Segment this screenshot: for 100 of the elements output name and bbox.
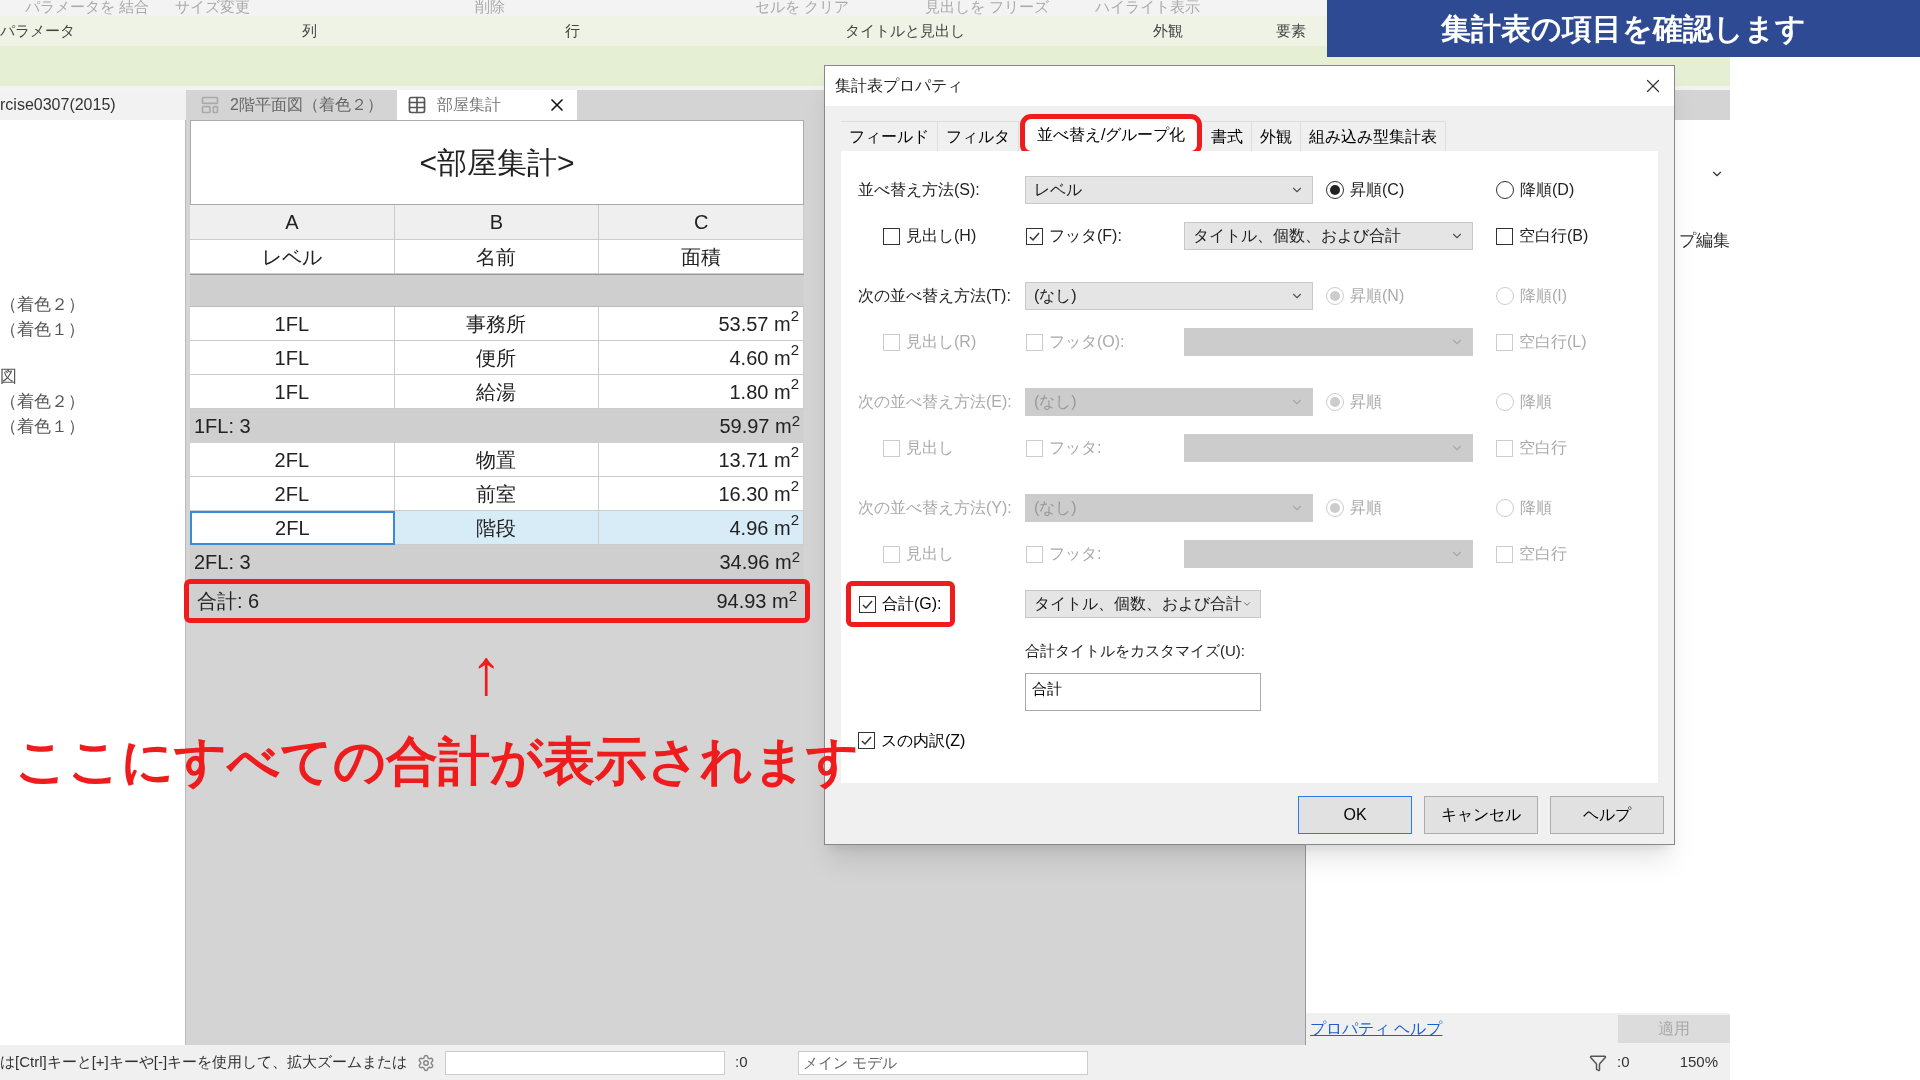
count-text: :0 [735,1052,748,1073]
dropdown[interactable]: タイトル、個数、および合計 [1025,590,1261,618]
table-cell[interactable]: 53.57 m$^{2}$ [599,307,804,341]
subtotal-label: 1FL: 3 [194,414,251,439]
tree-item[interactable]: 図 [0,364,185,389]
checkbox-label: フッタ(O): [1049,332,1125,352]
table-cell[interactable]: 事務所 [394,307,600,341]
dialog-button[interactable]: OK [1298,796,1412,834]
ribbon-panel-label: 外観 [1153,20,1183,41]
table-cell[interactable]: 2FL [190,511,395,545]
field-label: 合計タイトルをカスタマイズ(U): [1025,641,1246,661]
table-cell[interactable]: 1FL [190,341,395,375]
ribbon-panel-label: タイトルと見出し [845,20,965,41]
checkbox-label: 見出し(R) [906,332,977,352]
radio-label: 降順(I) [1520,286,1568,306]
table-cell[interactable]: 前室 [394,477,600,511]
tree-item[interactable]: （着色１） [0,414,185,439]
checkbox-label: 見出し(H) [906,226,977,246]
checkbox-label: 空白行 [1519,544,1567,564]
status-hint: は[Ctrl]キーと[+]キーや[-]キーを使用して、拡大ズームまたは [0,1052,408,1073]
filter-icon[interactable] [1589,1053,1608,1072]
view-tab[interactable]: 部屋集計 [396,90,577,120]
column-header: レベル [190,240,395,274]
radio-label: 昇順 [1350,498,1382,518]
table-cell[interactable]: 物置 [394,443,600,477]
checkbox-label: 空白行(L) [1519,332,1587,352]
table-icon [406,95,427,115]
checkbox[interactable] [1496,227,1513,245]
checkbox-label: フッタ: [1049,544,1102,564]
table-cell[interactable]: 2FL [190,443,395,477]
table-cell[interactable]: 16.30 m$^{2}$ [599,477,804,511]
table-cell[interactable]: 13.71 m$^{2}$ [599,443,804,477]
sort-label: 次の並べ替え方法(E): [858,392,1013,412]
dropdown[interactable]: レベル [1025,176,1313,204]
dialog-tab[interactable]: 組み込み型集計表 [1301,121,1447,151]
subtotal-value: 94.93 m$^{2}$ [716,586,797,614]
radio-label: 降順(D) [1520,180,1575,200]
table-cell[interactable]: 4.60 m$^{2}$ [599,341,804,375]
checkbox[interactable] [859,595,876,613]
table-cell[interactable]: 4.96 m$^{2}$ [599,511,804,545]
dialog-tab[interactable]: フィールド [841,121,938,151]
gear-icon[interactable] [417,1053,436,1072]
radio-label: 昇順(C) [1350,180,1405,200]
checkbox-label: フッタ(F): [1049,226,1122,246]
model-dropdown[interactable]: メイン モデル [797,1050,1088,1075]
table-cell[interactable]: 1FL [190,375,395,409]
checkbox-label: 見出し [906,544,954,564]
text-field[interactable]: 合計 [1025,672,1261,711]
table-cell[interactable]: 1FL [190,307,395,341]
zoom-level: 150% [1678,1052,1719,1073]
table-cell[interactable]: 2FL [190,477,395,511]
checkbox-label: 見出し [906,438,954,458]
dialog-button[interactable]: キャンセル [1424,796,1538,834]
dropdown[interactable]: (なし) [1025,282,1313,310]
table-cell[interactable]: 階段 [394,511,600,545]
dropdown[interactable] [1184,540,1473,568]
dialog-title: 集計表プロパティ [835,76,963,96]
plan-icon [200,95,220,115]
radio-button[interactable] [1326,181,1344,199]
sort-label: 次の並べ替え方法(T): [858,286,1012,306]
tree-item[interactable]: （着色１） [0,317,185,342]
project-title: rcise0307(2015) [0,95,116,115]
sort-label: 次の並べ替え方法(Y): [858,498,1013,518]
ribbon-panel-label: パラメータ [0,20,75,41]
checkbox-label: 合計(G): [882,594,942,614]
checkbox[interactable] [1026,227,1043,245]
checkbox-label: フッタ: [1049,438,1102,458]
checkbox-label: スの内訳(Z) [881,730,966,751]
table-cell[interactable]: 便所 [394,341,600,375]
help-link[interactable]: プロパティ ヘルプ [1306,1017,1443,1041]
dropdown[interactable]: タイトル、個数、および合計 [1184,222,1473,250]
column-header: 名前 [394,240,600,274]
dialog-button[interactable]: ヘルプ [1550,796,1664,834]
annotation-arrow: ↑ [470,636,502,708]
total-checkbox-frame[interactable]: 合計(G): [846,581,955,627]
radio-label: 昇順 [1350,392,1382,412]
subtotal-value: 59.97 m$^{2}$ [719,411,800,439]
schedule-title: <部屋集計> [190,120,804,205]
sort-label: 並べ替え方法(S): [858,180,981,200]
radio-label: 降順 [1520,392,1552,412]
table-cell[interactable]: 1.80 m$^{2}$ [599,375,804,409]
subtotal-label: 2FL: 3 [194,550,251,575]
dialog-tab[interactable]: 外観 [1252,121,1302,151]
checkbox[interactable] [858,732,875,749]
filter-count: :0 [1617,1052,1630,1073]
radio-button[interactable] [1496,181,1514,199]
tree-item[interactable]: （着色２） [0,292,185,317]
dialog-tab[interactable]: フィルタ [938,121,1019,151]
dropdown[interactable] [1184,328,1473,356]
edit-type-button[interactable]: プ編集 [1679,228,1730,254]
dropdown[interactable] [1184,434,1473,462]
banner-title: 集計表の項目を確認します [1441,11,1806,47]
tree-item[interactable]: （着色２） [0,389,185,414]
workset-dropdown[interactable] [445,1050,726,1075]
ribbon-panel-label: 行 [565,20,580,41]
checkbox[interactable] [883,227,900,245]
dialog-tab[interactable]: 書式 [1203,121,1253,151]
table-cell[interactable]: 給湯 [394,375,600,409]
ribbon-panel-label: 列 [301,20,317,41]
subtotal-label: 合計: 6 [197,589,260,614]
